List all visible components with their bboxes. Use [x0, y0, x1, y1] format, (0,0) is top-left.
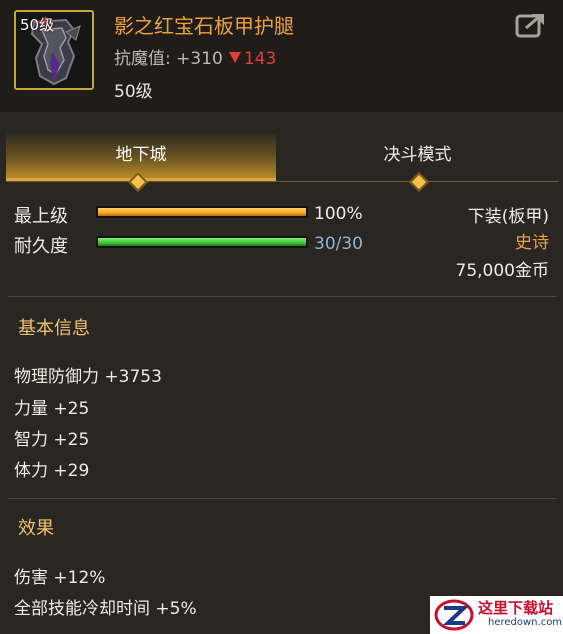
durability-bar [96, 236, 308, 248]
effects-title: 效果 [18, 518, 54, 539]
item-header: 50级 影之红宝石板甲护腿 抗魔值: +310 143 50级 [0, 0, 563, 112]
durability-label: 耐久度 [14, 236, 68, 257]
item-level-requirement: 50级 [114, 82, 153, 102]
durability-bar-fill [98, 238, 306, 246]
share-icon [515, 14, 544, 38]
watermark-cn: 这里下载站 [478, 599, 554, 617]
site-watermark: 这里下载站 heredown.com [430, 596, 563, 634]
item-level-badge: 50级 [20, 16, 55, 34]
item-icon-frame: 50级 [14, 10, 94, 90]
effect-cooldown: 全部技能冷却时间 +5% [14, 599, 197, 619]
effect-damage: 伤害 +12% [14, 568, 106, 588]
anti-magic-stat: 抗魔值: +310 143 [114, 44, 276, 69]
max-level-bar [96, 206, 308, 218]
attr-intelligence: 智力 +25 [14, 430, 90, 450]
mode-tabs: 地下城 决斗模式 [6, 133, 559, 182]
durability-value: 30/30 [314, 234, 363, 254]
max-level-label: 最上级 [14, 206, 68, 227]
divider [8, 498, 556, 499]
tab-dungeon[interactable]: 地下城 [6, 133, 276, 181]
down-arrow-icon [228, 52, 241, 63]
site-logo-icon [434, 599, 474, 631]
max-level-value: 100% [314, 204, 363, 224]
item-name: 影之红宝石板甲护腿 [114, 14, 294, 38]
attr-vitality: 体力 +29 [14, 461, 90, 481]
anti-magic-label: 抗魔值: +310 [114, 49, 223, 69]
divider [8, 296, 556, 297]
item-price: 75,000金币 [455, 261, 549, 281]
max-level-bar-fill [98, 208, 306, 216]
attr-strength: 力量 +25 [14, 399, 90, 419]
anti-magic-down-value: 143 [243, 49, 277, 69]
basic-info-title: 基本信息 [18, 318, 90, 339]
item-rarity: 史诗 [515, 233, 549, 253]
watermark-en: heredown.com [488, 617, 563, 628]
item-slot: 下装(板甲) [467, 207, 549, 227]
attr-physical-defense: 物理防御力 +3753 [14, 367, 162, 387]
share-button[interactable] [514, 10, 548, 40]
